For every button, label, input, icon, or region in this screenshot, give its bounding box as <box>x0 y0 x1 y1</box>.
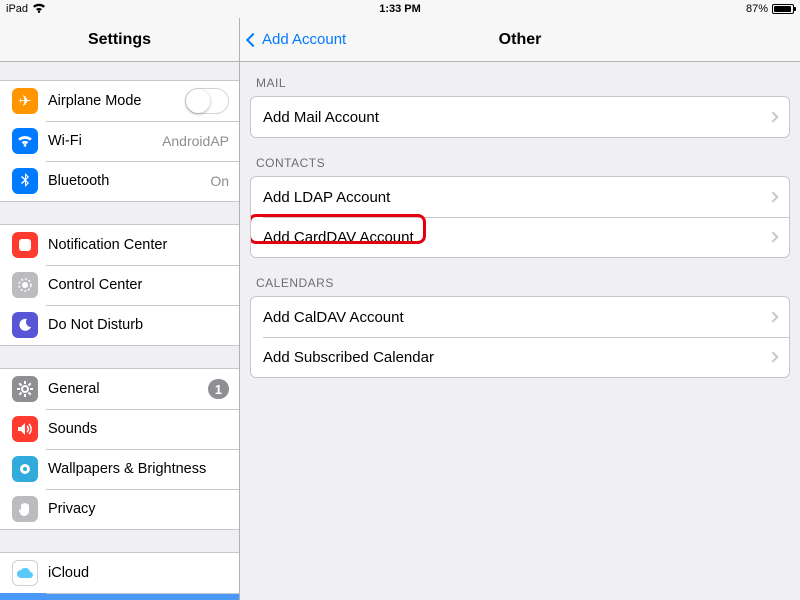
detail-pane: Add Account Other MAIL Add Mail Account … <box>240 18 800 600</box>
sidebar-item-label: General <box>48 381 208 397</box>
detail-navbar: Add Account Other <box>240 18 800 62</box>
sidebar-group: Notification Center Control Center Do No… <box>0 224 239 346</box>
status-bar: iPad 1:33 PM 87% <box>0 0 800 18</box>
sidebar-item-label: Airplane Mode <box>48 93 185 109</box>
chevron-right-icon <box>767 311 778 322</box>
sidebar-item-label: Control Center <box>48 277 229 293</box>
bluetooth-icon <box>12 168 38 194</box>
cell-label: Add CardDAV Account <box>263 229 769 246</box>
cell-group-calendars: Add CalDAV Account Add Subscribed Calend… <box>250 296 790 378</box>
sidebar-item-sounds[interactable]: Sounds <box>0 409 239 449</box>
sidebar-item-privacy[interactable]: Privacy <box>0 489 239 529</box>
cloud-icon <box>12 560 38 586</box>
airplane-icon: ✈ <box>12 88 38 114</box>
cell-group-mail: Add Mail Account <box>250 96 790 138</box>
airplane-toggle[interactable] <box>185 88 229 114</box>
section-header-contacts: CONTACTS <box>240 138 800 176</box>
chevron-right-icon <box>767 351 778 362</box>
sidebar-item-control-center[interactable]: Control Center <box>0 265 239 305</box>
gear-icon <box>12 376 38 402</box>
clock: 1:33 PM <box>379 3 421 15</box>
cell-add-subscribed-calendar[interactable]: Add Subscribed Calendar <box>251 337 789 377</box>
cell-label: Add CalDAV Account <box>263 309 769 326</box>
sidebar-item-wallpapers[interactable]: Wallpapers & Brightness <box>0 449 239 489</box>
sidebar-item-label: Wallpapers & Brightness <box>48 461 229 477</box>
cell-add-carddav-account[interactable]: Add CardDAV Account <box>251 217 789 257</box>
sidebar-item-icloud[interactable]: iCloud <box>0 553 239 593</box>
sidebar-item-bluetooth[interactable]: Bluetooth On <box>0 161 239 201</box>
battery-percent: 87% <box>746 3 768 15</box>
cell-label: Add Mail Account <box>263 109 769 126</box>
wallpaper-icon <box>12 456 38 482</box>
chevron-right-icon <box>767 191 778 202</box>
sidebar-navbar: Settings <box>0 18 239 62</box>
detail-title: Other <box>499 31 542 49</box>
chevron-right-icon <box>767 111 778 122</box>
sidebar-item-label: Wi-Fi <box>48 133 162 149</box>
sidebar-group: iCloud Mail, Contacts, Calendars Notes <box>0 552 239 600</box>
settings-sidebar: Settings ✈ Airplane Mode Wi-Fi AndroidAP <box>0 18 240 600</box>
moon-icon <box>12 312 38 338</box>
sidebar-item-detail: On <box>210 173 229 189</box>
sidebar-item-wifi[interactable]: Wi-Fi AndroidAP <box>0 121 239 161</box>
back-button[interactable]: Add Account <box>248 31 346 48</box>
sidebar-item-dnd[interactable]: Do Not Disturb <box>0 305 239 345</box>
sidebar-item-label: Sounds <box>48 421 229 437</box>
hand-icon <box>12 496 38 522</box>
badge: 1 <box>208 379 229 399</box>
sidebar-item-label: Do Not Disturb <box>48 317 229 333</box>
wifi-status-icon <box>32 3 46 16</box>
sidebar-group: General 1 Sounds Wallpapers & Brightness <box>0 368 239 530</box>
sidebar-group: ✈ Airplane Mode Wi-Fi AndroidAP Bluetoot… <box>0 80 239 202</box>
device-label: iPad <box>6 3 28 15</box>
cell-label: Add Subscribed Calendar <box>263 349 769 366</box>
sidebar-item-label: Privacy <box>48 501 229 517</box>
wifi-icon <box>12 128 38 154</box>
cell-label: Add LDAP Account <box>263 189 769 206</box>
sidebar-item-label: iCloud <box>48 565 229 581</box>
cell-add-ldap-account[interactable]: Add LDAP Account <box>251 177 789 217</box>
notification-icon <box>12 232 38 258</box>
sidebar-item-mail-contacts-calendars[interactable]: Mail, Contacts, Calendars <box>0 593 239 600</box>
sidebar-item-general[interactable]: General 1 <box>0 369 239 409</box>
section-header-mail: MAIL <box>240 62 800 96</box>
sidebar-item-notification-center[interactable]: Notification Center <box>0 225 239 265</box>
sidebar-title: Settings <box>88 31 151 49</box>
section-header-calendars: CALENDARS <box>240 258 800 296</box>
sidebar-item-label: Notification Center <box>48 237 229 253</box>
back-label: Add Account <box>262 31 346 48</box>
cell-add-mail-account[interactable]: Add Mail Account <box>251 97 789 137</box>
sidebar-item-airplane[interactable]: ✈ Airplane Mode <box>0 81 239 121</box>
chevron-right-icon <box>767 231 778 242</box>
speaker-icon <box>12 416 38 442</box>
battery-icon <box>772 4 794 14</box>
sidebar-item-label: Bluetooth <box>48 173 210 189</box>
cell-group-contacts: Add LDAP Account Add CardDAV Account <box>250 176 790 258</box>
control-center-icon <box>12 272 38 298</box>
sidebar-item-detail: AndroidAP <box>162 133 229 149</box>
cell-add-caldav-account[interactable]: Add CalDAV Account <box>251 297 789 337</box>
chevron-left-icon <box>246 32 260 46</box>
